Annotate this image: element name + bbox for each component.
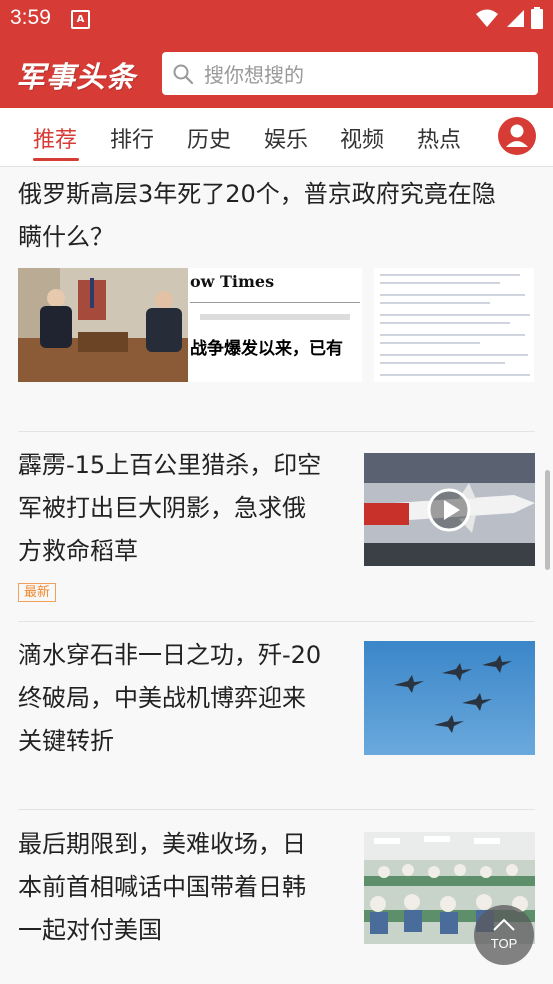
tab-hot[interactable]: 热点 — [417, 122, 461, 154]
search-icon — [173, 64, 194, 84]
news-feed[interactable]: 俄罗斯高层3年死了20个，普京政府究竟在隐 瞒什么？ ow Times 战争爆发… — [0, 167, 553, 984]
doc-line — [380, 274, 520, 276]
doc-line — [380, 302, 490, 304]
divider — [190, 302, 360, 303]
top-label: TOP — [490, 936, 518, 951]
app-logo[interactable]: 军事头条 — [16, 54, 136, 96]
article-video-thumbnail[interactable] — [364, 453, 535, 566]
tab-ranking[interactable]: 排行 — [110, 122, 154, 154]
article-image-news[interactable]: ow Times 战争爆发以来，已有 — [188, 268, 362, 382]
status-time: 3:59 — [10, 6, 51, 29]
doc-line — [380, 282, 500, 284]
article-image-jets[interactable] — [364, 641, 535, 755]
search-placeholder: 搜你想搜的 — [204, 63, 304, 87]
tab-entertainment[interactable]: 娱乐 — [264, 122, 308, 154]
article-image-document[interactable] — [374, 268, 534, 382]
article-title-line: 滴水穿石非一日之功，歼-20 — [18, 641, 322, 669]
article-title-line: 本前首相喊话中国带着日韩 — [18, 873, 306, 901]
doc-line — [380, 374, 530, 376]
category-tabs: 推荐 排行 历史 娱乐 视频 热点 — [0, 108, 553, 167]
tab-video[interactable]: 视频 — [340, 122, 384, 154]
status-bar: 3:59 A — [0, 0, 553, 38]
article-title[interactable]: 最后期限到，美难收场，日 本前首相喊话中国带着日韩 一起对付美国 — [18, 823, 306, 952]
tab-recommend[interactable]: 推荐 — [33, 122, 77, 154]
divider — [18, 431, 535, 432]
wifi-icon — [476, 9, 498, 27]
doc-line — [380, 354, 528, 356]
article-title-line: 一起对付美国 — [18, 916, 162, 944]
app-header: 军事头条 搜你想搜的 — [0, 38, 553, 108]
doc-line — [380, 342, 480, 344]
play-icon[interactable] — [426, 487, 472, 533]
scroll-indicator[interactable] — [545, 470, 550, 570]
search-input[interactable]: 搜你想搜的 — [162, 52, 538, 95]
news-headline: 战争爆发以来，已有 — [190, 339, 343, 359]
doc-line — [380, 362, 505, 364]
article-image-meeting[interactable] — [18, 268, 188, 382]
article-title-line: 关键转折 — [18, 727, 114, 755]
article-title-line: 军被打出巨大阴影，急求俄 — [18, 494, 306, 522]
active-tab-indicator — [33, 158, 79, 161]
news-masthead: ow Times — [190, 272, 275, 291]
article-title[interactable]: 俄罗斯高层3年死了20个，普京政府究竟在隐 瞒什么？ — [18, 173, 496, 259]
nav-bar — [200, 314, 350, 320]
doc-line — [380, 314, 530, 316]
tab-history[interactable]: 历史 — [187, 122, 231, 154]
arrow-up-icon — [493, 918, 515, 931]
signal-icon — [507, 10, 524, 27]
article-title-line: 俄罗斯高层3年死了20个，普京政府究竟在隐 — [18, 180, 496, 208]
article-title-line: 最后期限到，美难收场，日 — [18, 830, 306, 858]
meeting-photo — [18, 268, 188, 382]
back-to-top-button[interactable]: TOP — [474, 905, 534, 965]
doc-line — [380, 294, 525, 296]
divider — [18, 621, 535, 622]
doc-line — [380, 322, 510, 324]
user-avatar-button[interactable] — [498, 117, 536, 155]
doc-line — [380, 334, 525, 336]
article-title-line: 霹雳-15上百公里猎杀，印空 — [18, 451, 322, 479]
status-icons — [475, 7, 543, 29]
battery-icon — [531, 7, 543, 29]
notification-icon: A — [71, 10, 90, 29]
article-title[interactable]: 霹雳-15上百公里猎杀，印空 军被打出巨大阴影，急求俄 方救命稻草 — [18, 444, 321, 573]
article-title-line: 方救命稻草 — [18, 537, 138, 565]
article-title-line: 瞒什么？ — [18, 223, 114, 251]
new-badge: 最新 — [18, 583, 57, 602]
fighter-jets-photo — [364, 641, 535, 755]
divider — [18, 809, 535, 810]
article-title-line: 终破局，中美战机博弈迎来 — [18, 684, 306, 712]
user-icon — [506, 124, 528, 147]
article-title[interactable]: 滴水穿石非一日之功，歼-20 终破局，中美战机博弈迎来 关键转折 — [18, 634, 321, 763]
